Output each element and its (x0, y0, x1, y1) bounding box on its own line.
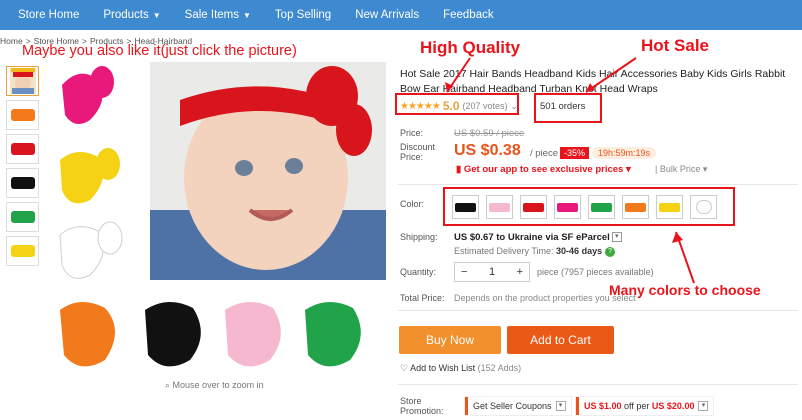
annotation-many-colors: Many colors to choose (609, 282, 761, 298)
product-page: Store Home Products ▼ Sale Items ▼ Top Sel… (0, 0, 802, 420)
annotation-high-quality: High Quality (420, 38, 521, 57)
annotation-arrows (445, 57, 695, 284)
arrow-hot-sale (585, 57, 637, 93)
annotation-maybe-like: Maybe you also like it(just click the pi… (22, 43, 297, 59)
annotation-hot-sale: Hot Sale (641, 36, 710, 55)
